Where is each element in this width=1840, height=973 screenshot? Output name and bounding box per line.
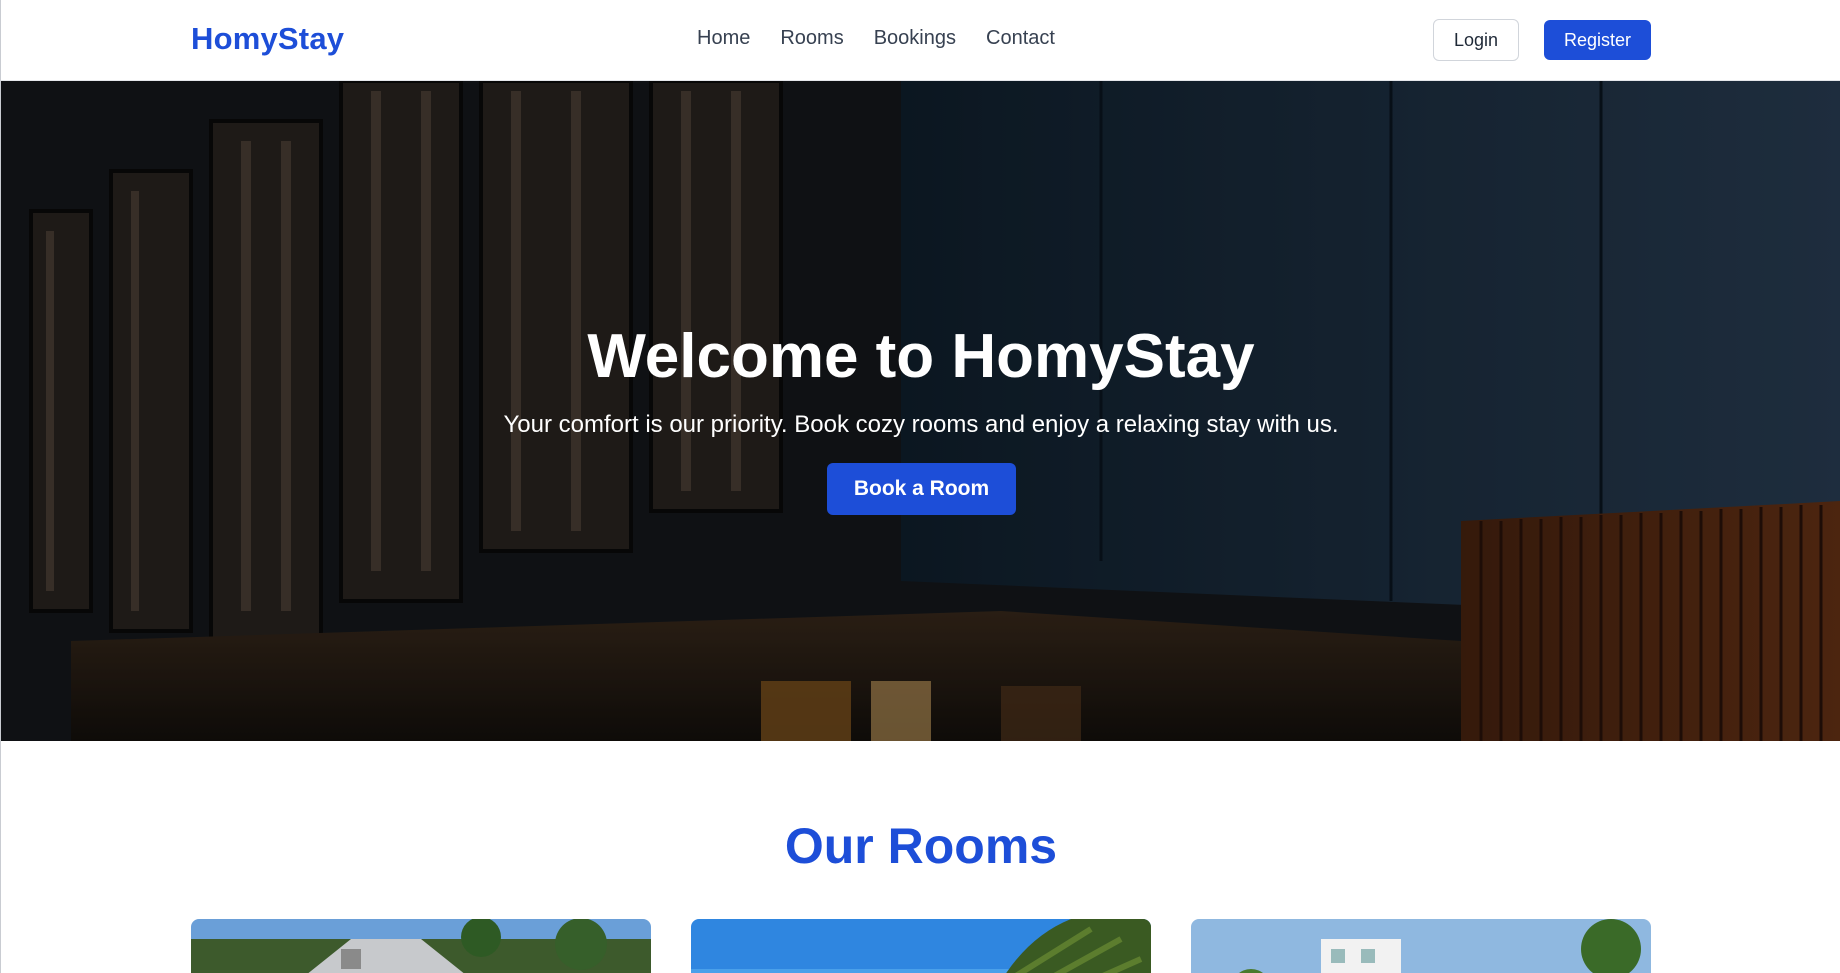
book-room-button[interactable]: Book a Room (827, 463, 1016, 515)
login-button[interactable]: Login (1433, 19, 1519, 61)
room-photo-3 (1191, 919, 1651, 973)
nav-link-rooms[interactable]: Rooms (780, 27, 843, 50)
room-card-3[interactable] (1191, 919, 1651, 973)
page: HomyStay Home Rooms Bookings Contact Log… (0, 0, 1840, 973)
room-card-1[interactable] (191, 919, 651, 973)
nav-link-contact[interactable]: Contact (986, 27, 1055, 50)
hero-title: Welcome to HomyStay (587, 322, 1255, 391)
register-button[interactable]: Register (1544, 20, 1651, 60)
hero-section: Welcome to HomyStay Your comfort is our … (1, 81, 1840, 741)
hero-subtitle: Your comfort is our priority. Book cozy … (503, 411, 1339, 438)
brand-logo[interactable]: HomyStay (191, 21, 344, 57)
room-card-2[interactable] (691, 919, 1151, 973)
room-photo-2 (691, 919, 1151, 973)
top-navbar: HomyStay Home Rooms Bookings Contact Log… (1, 0, 1840, 81)
nav-link-home[interactable]: Home (697, 27, 750, 50)
main-nav: Home Rooms Bookings Contact (697, 27, 1055, 50)
nav-link-bookings[interactable]: Bookings (874, 27, 956, 50)
rooms-section-title: Our Rooms (784, 818, 1058, 874)
room-photo-1 (191, 919, 651, 973)
